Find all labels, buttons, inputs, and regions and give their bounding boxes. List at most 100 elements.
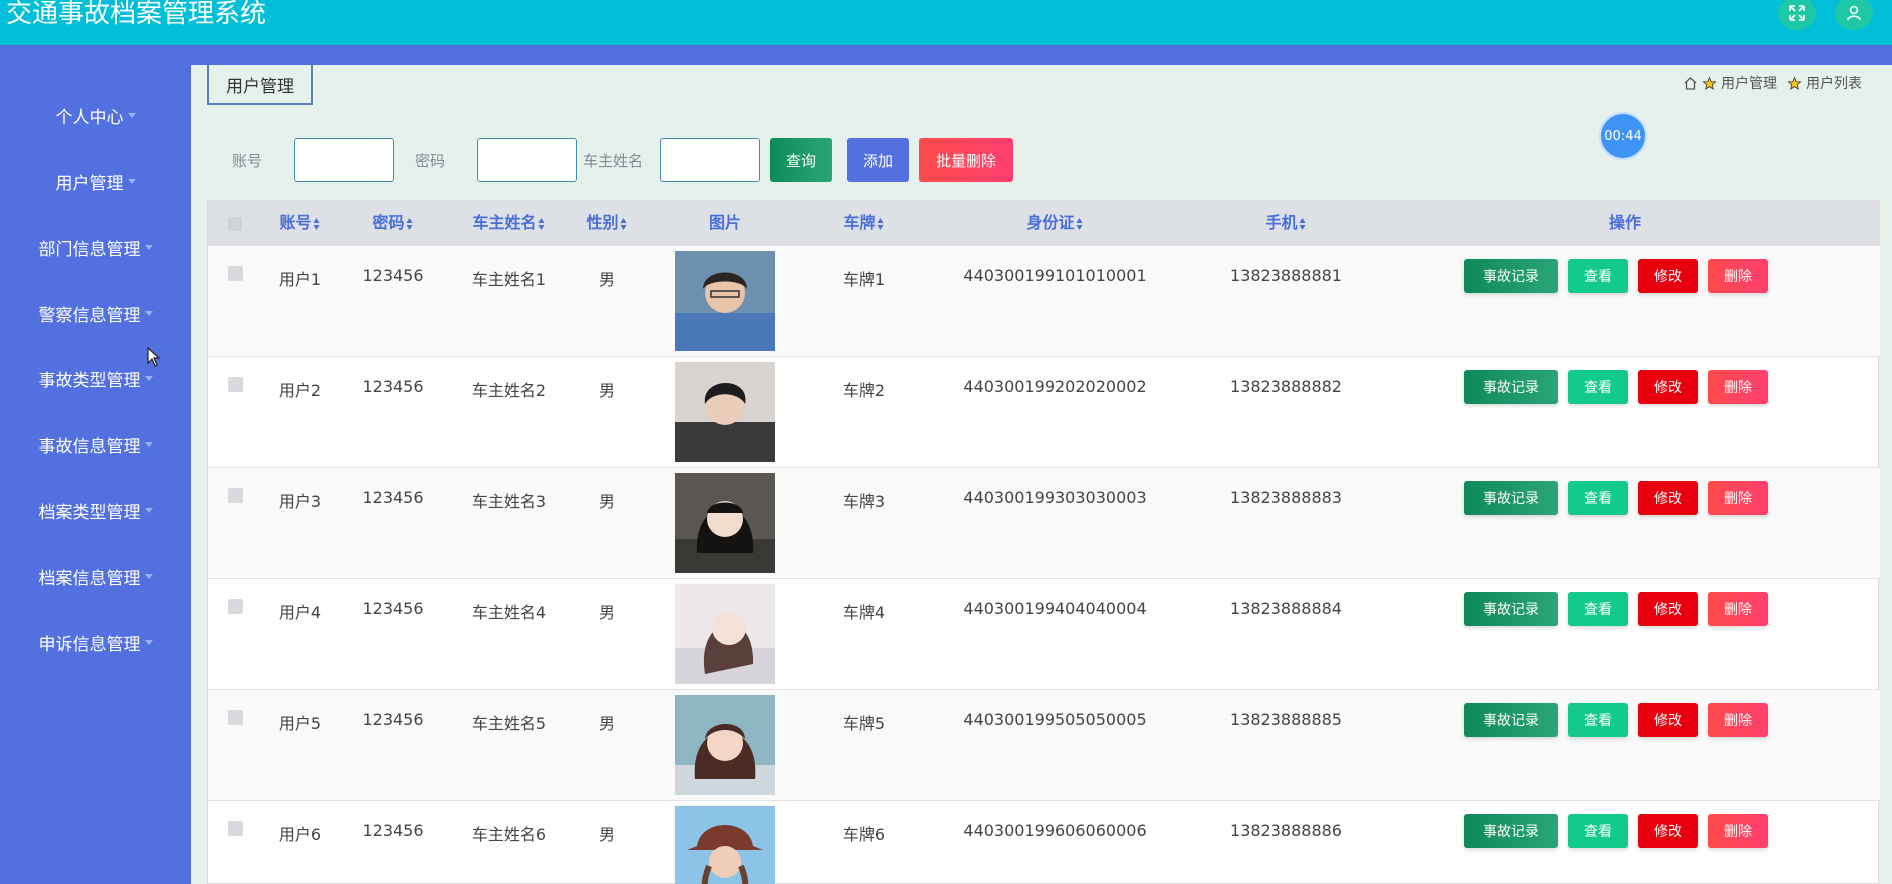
password-input[interactable] [477,138,577,182]
breadcrumb-item[interactable]: 用户管理 [1721,73,1777,93]
accident-record-button[interactable]: 事故记录 [1464,259,1558,293]
fullscreen-button[interactable] [1778,0,1816,30]
cell-plate: 车牌2 [842,381,886,400]
edit-button[interactable]: 修改 [1638,814,1698,848]
caret-down-icon [144,441,153,447]
view-button[interactable]: 查看 [1568,592,1628,626]
row-checkbox[interactable] [228,488,243,503]
delete-button[interactable]: 删除 [1708,592,1768,626]
select-all-checkbox[interactable] [228,217,242,231]
cell-gender: 男 [598,270,616,289]
user-photo[interactable] [675,362,775,462]
header-strip [0,45,1892,65]
row-checkbox[interactable] [228,377,243,392]
cell-password: 123456 [362,821,424,840]
sidebar-item-label: 档案类型管理 [38,502,141,523]
view-button[interactable]: 查看 [1568,703,1628,737]
cell-gender: 男 [598,492,616,511]
query-button[interactable]: 查询 [770,138,832,182]
column-header-account[interactable]: 账号 [279,201,320,245]
delete-button[interactable]: 删除 [1708,814,1768,848]
table-row: 用户5 123456 车主姓名5 男 车牌5 44030019950505000… [208,689,1880,800]
accident-record-button[interactable]: 事故记录 [1464,481,1558,515]
edit-button[interactable]: 修改 [1638,592,1698,626]
column-header-plate[interactable]: 车牌 [843,201,884,245]
sidebar-item-accident-info[interactable]: 事故信息管理 [0,424,191,464]
sidebar-item-user-management[interactable]: 用户管理 [0,161,191,201]
sort-icon [538,217,546,230]
table-row: 用户3 123456 车主姓名3 男 车牌3 44030019930303000… [208,467,1880,578]
sidebar-item-accident-type[interactable]: 事故类型管理 [0,358,191,398]
batch-delete-button[interactable]: 批量删除 [919,138,1013,182]
edit-button[interactable]: 修改 [1638,259,1698,293]
sidebar-item-label: 申诉信息管理 [38,634,141,655]
view-button[interactable]: 查看 [1568,814,1628,848]
row-checkbox[interactable] [228,710,243,725]
cell-plate: 车牌3 [842,492,886,511]
caret-down-icon [144,507,153,513]
cell-account: 用户4 [278,603,322,622]
caret-down-icon [127,112,136,118]
sort-icon [313,217,321,230]
sidebar-item-archive-info[interactable]: 档案信息管理 [0,556,191,596]
row-checkbox[interactable] [228,266,243,281]
column-header-phone[interactable]: 手机 [1265,201,1306,245]
column-header-photo: 图片 [708,213,742,232]
edit-button[interactable]: 修改 [1638,481,1698,515]
sidebar-item-archive-type[interactable]: 档案类型管理 [0,490,191,530]
sort-icon [877,217,885,230]
user-photo[interactable] [675,584,775,684]
column-header-owner-name[interactable]: 车主姓名 [472,201,545,245]
delete-button[interactable]: 删除 [1708,703,1768,737]
sidebar-item-appeal-info[interactable]: 申诉信息管理 [0,622,191,662]
delete-button[interactable]: 删除 [1708,370,1768,404]
accident-record-button[interactable]: 事故记录 [1464,592,1558,626]
cell-phone: 13823888881 [1230,266,1342,285]
delete-button[interactable]: 删除 [1708,481,1768,515]
accident-record-button[interactable]: 事故记录 [1464,370,1558,404]
row-checkbox[interactable] [228,599,243,614]
owner-name-input[interactable] [660,138,760,182]
user-button[interactable] [1835,0,1873,30]
account-input[interactable] [294,138,394,182]
sidebar-item-label: 用户管理 [55,173,124,194]
row-checkbox[interactable] [228,821,243,836]
view-button[interactable]: 查看 [1568,370,1628,404]
star-icon [1787,75,1802,90]
caret-down-icon [144,375,153,381]
view-button[interactable]: 查看 [1568,259,1628,293]
delete-button[interactable]: 删除 [1708,259,1768,293]
user-photo[interactable] [675,806,775,884]
edit-button[interactable]: 修改 [1638,370,1698,404]
main-content: 用户管理 用户管理 用户列表 00:44 账号 密码 车主姓名 查询 添加 批量… [191,65,1892,884]
cell-plate: 车牌5 [842,714,886,733]
sidebar-item-label: 部门信息管理 [38,239,141,260]
cell-id-card: 440300199202020002 [963,377,1147,396]
edit-button[interactable]: 修改 [1638,703,1698,737]
cell-owner-name: 车主姓名5 [471,714,547,733]
table-row: 用户2 123456 车主姓名2 男 车牌2 44030019920202000… [208,356,1880,467]
sidebar-item-personal-center[interactable]: 个人中心 [0,95,191,135]
cell-gender: 男 [598,714,616,733]
column-header-id-card[interactable]: 身份证 [1026,201,1083,245]
tab-user-management[interactable]: 用户管理 [207,65,313,105]
user-photo[interactable] [675,473,775,573]
user-photo[interactable] [675,251,775,351]
sidebar-item-department[interactable]: 部门信息管理 [0,227,191,267]
cell-owner-name: 车主姓名3 [471,492,547,511]
caret-down-icon [144,639,153,645]
cell-account: 用户3 [278,492,322,511]
add-button[interactable]: 添加 [847,138,909,182]
column-header-gender[interactable]: 性别 [586,201,627,245]
app-title: 交通事故档案管理系统 [6,0,267,29]
sidebar-item-label: 警察信息管理 [38,305,141,326]
caret-down-icon [144,244,153,250]
view-button[interactable]: 查看 [1568,481,1628,515]
home-icon [1684,76,1697,90]
sidebar-item-police[interactable]: 警察信息管理 [0,293,191,333]
user-photo[interactable] [675,695,775,795]
sort-icon [1299,217,1307,230]
accident-record-button[interactable]: 事故记录 [1464,703,1558,737]
column-header-password[interactable]: 密码 [372,201,413,245]
accident-record-button[interactable]: 事故记录 [1464,814,1558,848]
